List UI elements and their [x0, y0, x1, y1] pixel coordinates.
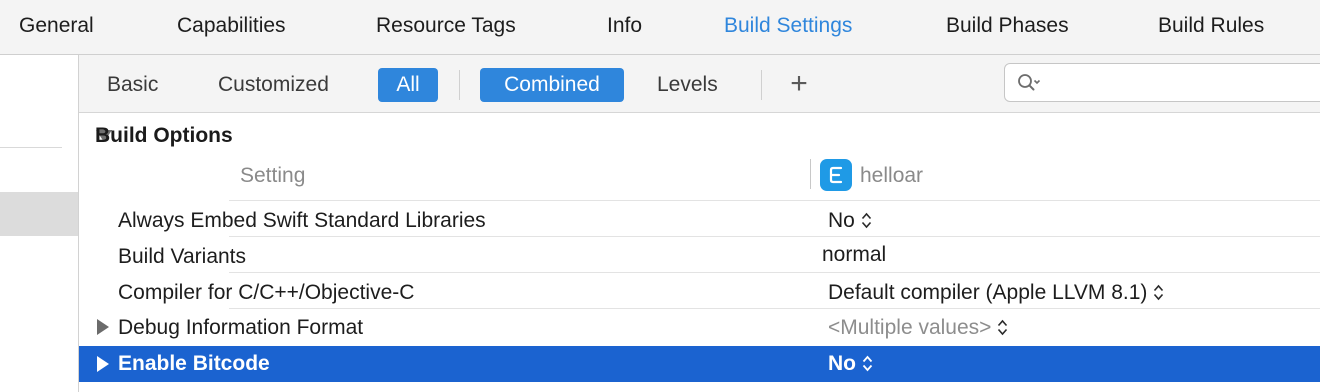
settings-filter-bar: Basic Customized All Combined Levels +	[79, 55, 1320, 113]
setting-value-text: <Multiple values>	[828, 316, 992, 339]
tab-general[interactable]: General	[19, 14, 94, 38]
row-divider	[229, 308, 1320, 309]
setting-name: Compiler for C/C++/Objective-C	[118, 281, 415, 304]
view-combined-button[interactable]: Combined	[480, 68, 624, 102]
header-divider	[229, 200, 1320, 201]
column-header-target[interactable]: helloar	[860, 164, 923, 188]
targets-sidebar	[0, 55, 79, 392]
filter-separator	[761, 70, 762, 100]
sidebar-divider	[0, 147, 62, 148]
tab-info[interactable]: Info	[607, 14, 642, 38]
tab-build-rules[interactable]: Build Rules	[1158, 14, 1264, 38]
extension-target-icon	[820, 159, 852, 191]
row-disclosure-icon[interactable]	[97, 356, 109, 372]
extension-glyph-icon	[829, 166, 843, 184]
editor-tab-bar: General Capabilities Resource Tags Info …	[0, 0, 1320, 55]
setting-name: Build Variants	[118, 245, 247, 268]
row-disclosure-icon[interactable]	[97, 319, 109, 335]
up-down-stepper-icon[interactable]	[997, 318, 1008, 337]
build-settings-editor: Basic Customized All Combined Levels + B…	[79, 55, 1320, 392]
setting-row-enable-bitcode[interactable]: Enable Bitcode No	[79, 346, 1320, 382]
filter-basic-button[interactable]: Basic	[107, 68, 158, 102]
settings-search-field[interactable]	[1004, 63, 1320, 102]
tab-resource-tags[interactable]: Resource Tags	[376, 14, 516, 38]
sidebar-selected-target[interactable]	[0, 192, 78, 236]
magnifier-with-dropdown-icon	[1018, 74, 1041, 91]
tab-build-settings[interactable]: Build Settings	[724, 14, 852, 38]
row-divider	[229, 236, 1320, 237]
up-down-stepper-icon[interactable]	[861, 211, 872, 230]
setting-name: Enable Bitcode	[118, 352, 270, 375]
setting-value-text: Default compiler (Apple LLVM 8.1)	[828, 281, 1148, 304]
setting-value[interactable]: Default compiler (Apple LLVM 8.1)	[828, 281, 1164, 305]
setting-value-text: No	[828, 352, 856, 375]
setting-value[interactable]: No	[828, 209, 872, 233]
up-down-stepper-icon[interactable]	[862, 354, 873, 373]
row-divider	[229, 272, 1320, 273]
setting-value[interactable]: <Multiple values>	[828, 316, 1008, 340]
setting-value[interactable]: normal	[822, 243, 886, 267]
column-header-setting[interactable]: Setting	[240, 164, 305, 188]
tab-build-phases[interactable]: Build Phases	[946, 14, 1069, 38]
column-header-separator	[810, 159, 811, 189]
tab-capabilities[interactable]: Capabilities	[177, 14, 286, 38]
xcode-build-settings-window: General Capabilities Resource Tags Info …	[0, 0, 1320, 392]
setting-value-text: No	[828, 209, 855, 232]
filter-customized-button[interactable]: Customized	[218, 68, 329, 102]
filter-separator	[459, 70, 460, 100]
setting-value[interactable]: No	[828, 352, 873, 376]
setting-name: Always Embed Swift Standard Libraries	[118, 209, 486, 232]
up-down-stepper-icon[interactable]	[1153, 283, 1164, 302]
filter-all-button[interactable]: All	[378, 68, 438, 102]
setting-name: Debug Information Format	[118, 316, 364, 339]
section-title: Build Options	[95, 124, 233, 147]
add-setting-button[interactable]: +	[784, 66, 814, 102]
view-levels-button[interactable]: Levels	[657, 68, 718, 102]
